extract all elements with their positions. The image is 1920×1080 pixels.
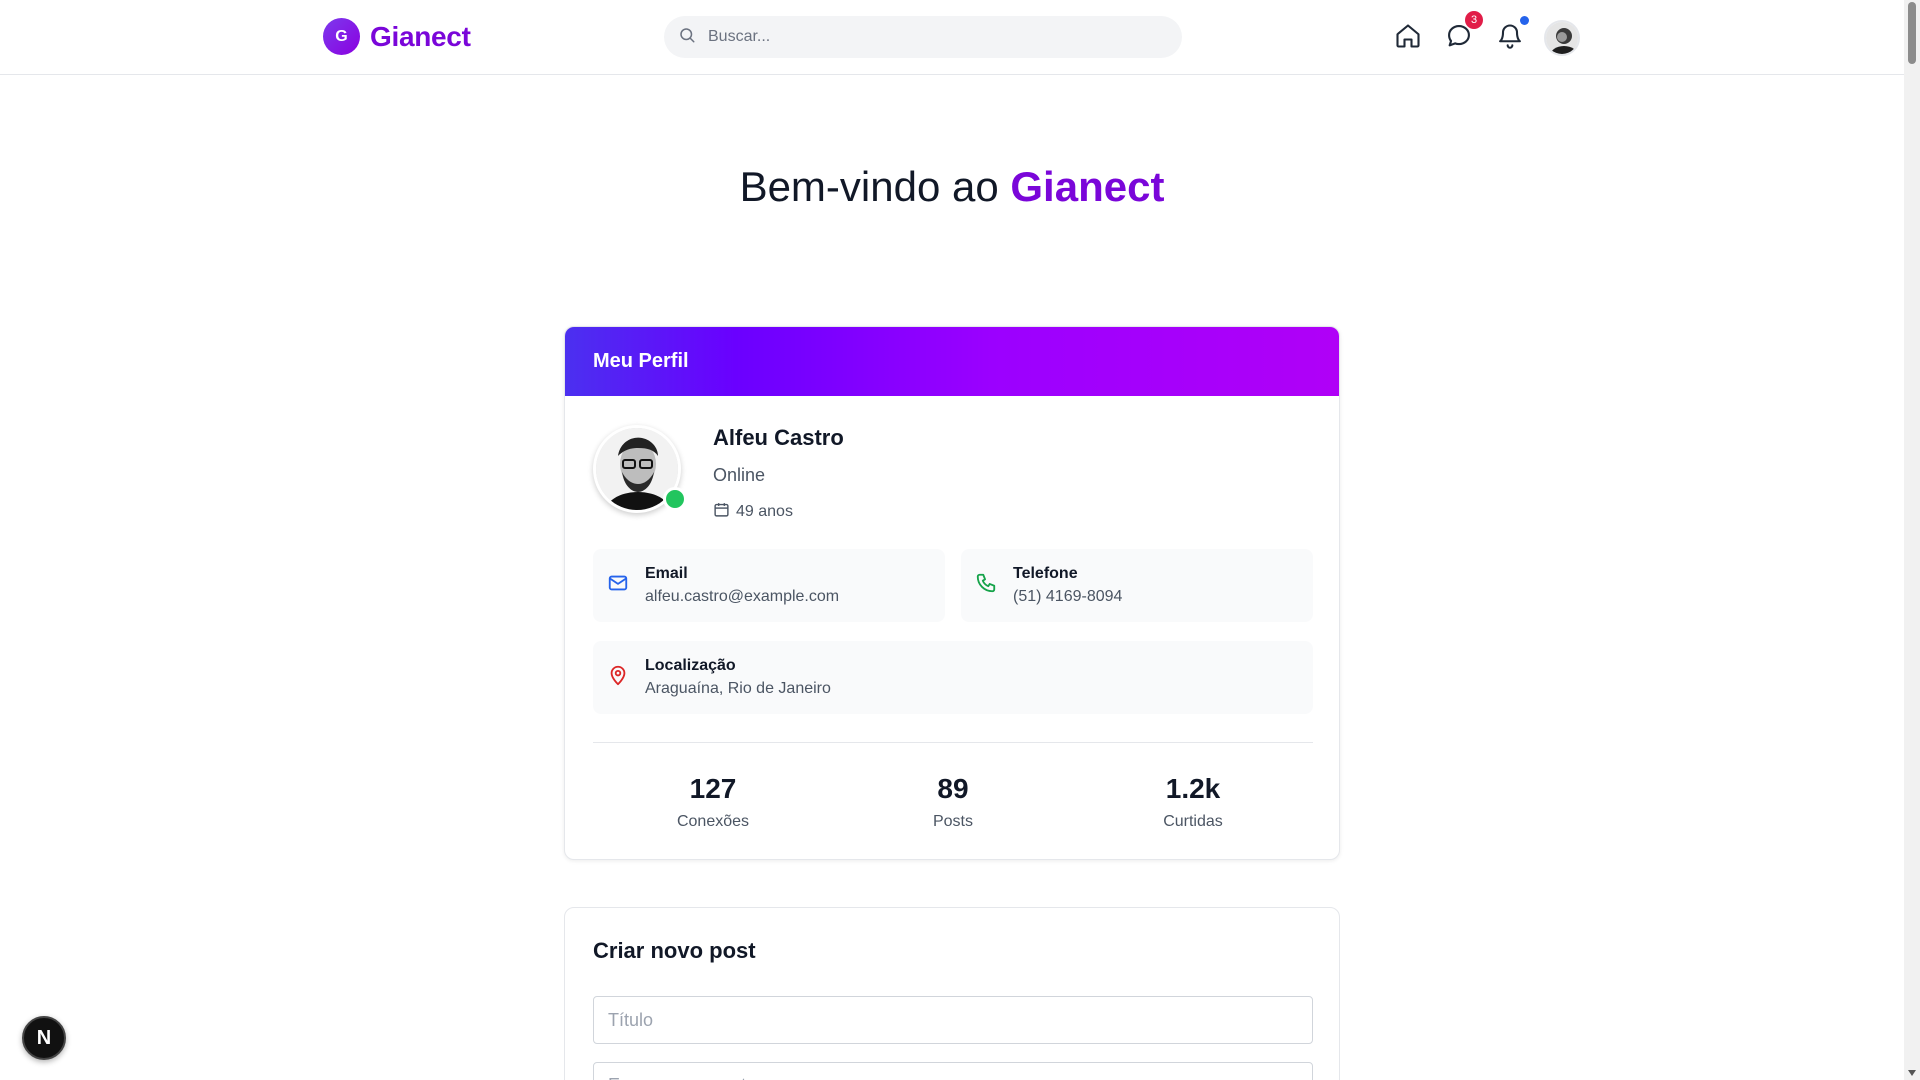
avatar-image	[1546, 22, 1578, 54]
welcome-heading: Bem-vindo ao Gianect	[0, 163, 1904, 211]
search-icon	[678, 26, 696, 49]
profile-age-text: 49 anos	[736, 503, 793, 520]
stat-likes[interactable]: 1.2k Curtidas	[1073, 773, 1313, 831]
welcome-prefix: Bem-vindo ao	[739, 163, 1011, 210]
phone-info-box: Telefone (51) 4169-8094	[961, 549, 1313, 622]
scroll-down-arrow-icon[interactable]	[1908, 1070, 1916, 1076]
messages-count-badge: 3	[1465, 11, 1483, 29]
page-scrollbar[interactable]	[1904, 0, 1920, 1080]
stat-connections[interactable]: 127 Conexões	[593, 773, 833, 831]
notifications-button[interactable]	[1490, 16, 1530, 58]
stat-label: Conexões	[676, 813, 750, 830]
profile-name: Alfeu Castro	[713, 425, 844, 450]
notification-dot	[1520, 16, 1529, 25]
post-content-input[interactable]	[593, 1062, 1313, 1080]
location-value: Araguaína, Rio de Janeiro	[645, 680, 831, 697]
stat-label: Posts	[932, 813, 973, 830]
home-button[interactable]	[1388, 18, 1428, 58]
profile-stats: 127 Conexões 89 Posts 1.2k Curtidas	[593, 773, 1313, 831]
scrollbar-thumb[interactable]	[1908, 2, 1916, 64]
email-info-box: Email alfeu.castro@example.com	[593, 549, 945, 622]
devtools-button[interactable]: N	[22, 1016, 66, 1060]
profile-identity: Alfeu Castro Online 49 anos	[713, 425, 844, 523]
user-avatar-menu[interactable]	[1544, 20, 1580, 56]
profile-card: Meu Perfil Alfeu Castro Online 49 anos E…	[564, 326, 1340, 860]
stat-posts[interactable]: 89 Posts	[833, 773, 1073, 831]
email-value: alfeu.castro@example.com	[645, 588, 840, 605]
bell-icon	[1496, 22, 1524, 55]
post-title-input[interactable]	[593, 996, 1313, 1044]
calendar-icon	[713, 501, 730, 523]
map-pin-icon	[607, 664, 629, 691]
phone-label: Telefone	[1013, 565, 1078, 582]
online-status-dot	[663, 487, 687, 511]
profile-age: 49 anos	[713, 501, 844, 523]
phone-icon	[975, 572, 997, 599]
brand-name: Gianect	[370, 20, 471, 52]
welcome-brand: Gianect	[1010, 163, 1165, 210]
messages-button[interactable]: 3	[1439, 11, 1483, 58]
brand-logo[interactable]: G Gianect	[323, 18, 471, 55]
stat-label: Curtidas	[1163, 813, 1223, 830]
brand-mark-icon: G	[323, 18, 360, 55]
stat-value: 1.2k	[1165, 773, 1221, 804]
stat-value: 127	[689, 773, 737, 804]
profile-card-title: Meu Perfil	[593, 350, 689, 372]
home-icon	[1394, 22, 1422, 55]
profile-avatar-wrap	[593, 425, 687, 513]
nav-actions: 3	[1388, 11, 1580, 58]
create-post-title: Criar novo post	[593, 938, 756, 963]
profile-card-header: Meu Perfil	[565, 327, 1339, 396]
create-post-card: Criar novo post	[564, 907, 1340, 1080]
stats-divider	[593, 742, 1313, 743]
stat-value: 89	[937, 773, 969, 804]
search-input[interactable]	[708, 28, 1182, 46]
location-label: Localização	[645, 657, 736, 674]
top-navbar: G Gianect 3	[0, 0, 1904, 75]
profile-status: Online	[713, 465, 766, 485]
phone-value: (51) 4169-8094	[1013, 588, 1123, 605]
profile-summary: Alfeu Castro Online 49 anos	[593, 425, 844, 523]
mail-icon	[607, 572, 629, 599]
search-bar[interactable]	[664, 16, 1182, 58]
location-info-box: Localização Araguaína, Rio de Janeiro	[593, 641, 1313, 714]
email-label: Email	[645, 565, 688, 582]
